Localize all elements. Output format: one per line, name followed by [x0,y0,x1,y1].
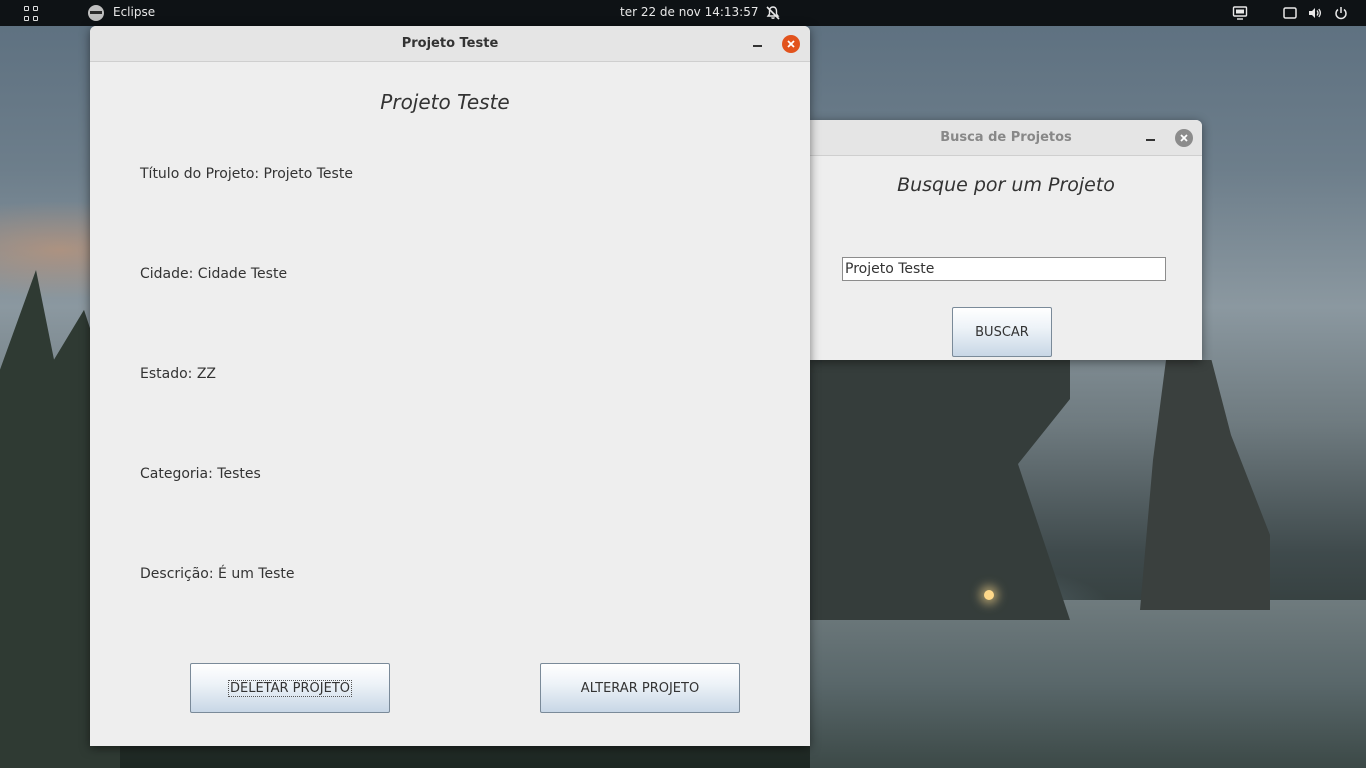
window-icon[interactable] [1283,5,1297,21]
close-icon[interactable] [782,35,800,53]
delete-project-button-label: DELETAR PROJETO [228,679,352,697]
project-window-titlebar[interactable]: Projeto Teste [90,26,810,62]
clock[interactable]: ter 22 de nov 14:13:57 [620,5,759,19]
project-city-label: Cidade: Cidade Teste [140,266,288,282]
wallpaper-rock [1140,360,1270,610]
top-panel: Eclipse ter 22 de nov 14:13:57 [0,0,1366,26]
search-heading: Busque por um Projeto [897,174,1115,196]
power-icon[interactable] [1333,5,1349,21]
project-window-title: Projeto Teste [401,36,499,51]
wallpaper-lighthouse [984,590,994,600]
close-icon[interactable] [1175,129,1193,147]
project-state-label: Estado: ZZ [140,366,217,382]
alter-project-button[interactable]: ALTERAR PROJETO [540,663,740,713]
notifications-off-icon[interactable] [765,5,781,21]
minimize-icon[interactable] [752,36,764,48]
volume-icon[interactable] [1307,5,1323,21]
search-button[interactable]: BUSCAR [952,307,1052,357]
delete-project-button[interactable]: DELETAR PROJETO [190,663,390,713]
project-title-label: Título do Projeto: Projeto Teste [140,166,353,182]
project-search-input[interactable] [842,257,1166,281]
search-window-titlebar[interactable]: Busca de Projetos [810,120,1202,156]
project-description-label: Descrição: É um Teste [140,566,295,582]
project-category-label: Categoria: Testes [140,466,261,482]
search-window-title: Busca de Projetos [940,130,1072,145]
wallpaper-rock [810,360,1070,620]
search-window: Busca de Projetos Busque por um Projeto … [810,120,1202,360]
minimize-icon[interactable] [1145,130,1157,142]
project-heading: Projeto Teste [380,90,510,114]
app-grid-icon[interactable] [24,6,39,21]
wallpaper-sea [810,600,1366,768]
active-app-name[interactable]: Eclipse [113,5,155,19]
eclipse-app-icon[interactable] [88,5,104,21]
screenshot-monitor-icon[interactable] [1232,5,1248,21]
project-window: Projeto Teste Projeto Teste Título do Pr… [90,26,810,746]
